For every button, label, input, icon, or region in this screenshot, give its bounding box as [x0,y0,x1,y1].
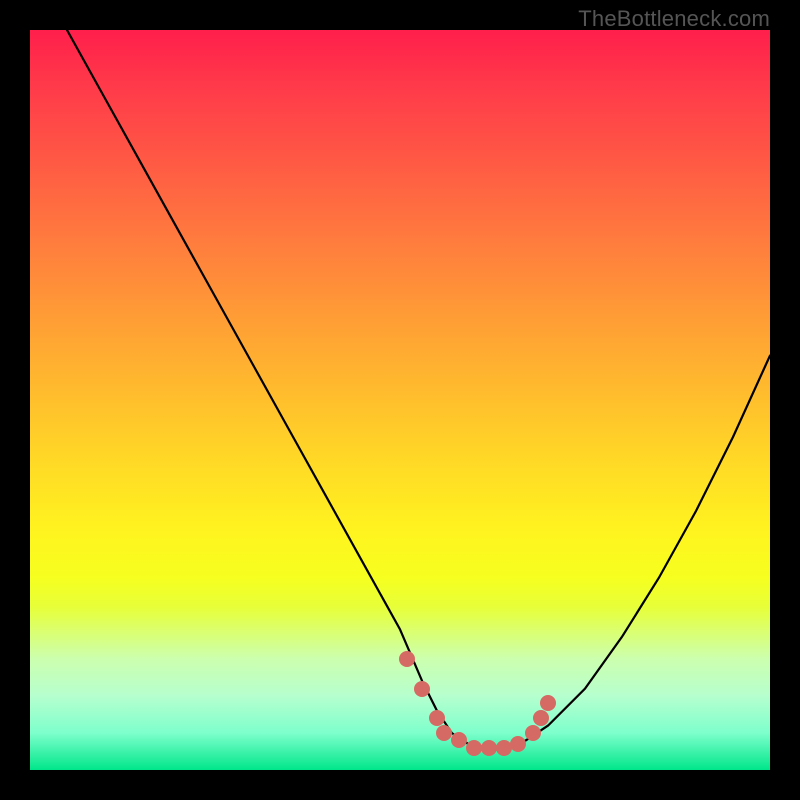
bottleneck-curve [67,30,770,748]
plot-area [30,30,770,770]
watermark-text: TheBottleneck.com [578,6,770,32]
chart-frame: TheBottleneck.com [0,0,800,800]
curve-svg [30,30,770,770]
